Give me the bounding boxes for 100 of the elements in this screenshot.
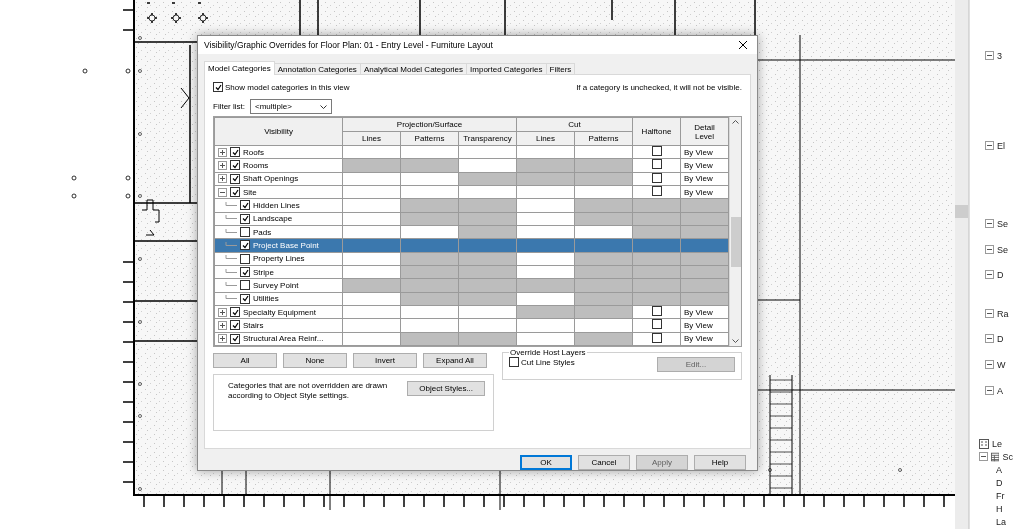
scrollbar[interactable] (955, 0, 969, 529)
category-name[interactable]: Roofs (243, 147, 264, 157)
visibility-checkbox[interactable] (230, 160, 240, 171)
visibility-checkbox[interactable] (240, 200, 250, 211)
visibility-checkbox[interactable] (230, 147, 240, 158)
column-header: Halftone (632, 117, 681, 146)
column-header: Cut (516, 117, 633, 132)
collapse-icon[interactable] (979, 452, 988, 461)
halftone-checkbox[interactable] (651, 332, 662, 343)
dialog-button[interactable]: Cancel (578, 455, 630, 470)
checkbox[interactable] (213, 82, 223, 92)
expand-icon[interactable] (218, 161, 227, 170)
detail-level-value[interactable]: By View (681, 334, 713, 344)
category-name[interactable]: Rooms (243, 161, 269, 170)
collapse-icon[interactable] (985, 360, 994, 369)
visibility-checkbox[interactable] (240, 213, 250, 224)
browser-item[interactable]: 3 (997, 50, 1002, 61)
list-button[interactable]: Invert (353, 353, 417, 368)
category-name[interactable]: Pads (253, 227, 272, 237)
dialog-button[interactable]: OK (520, 455, 572, 470)
halftone-checkbox[interactable] (651, 172, 662, 183)
visibility-checkbox[interactable] (230, 173, 240, 184)
browser-item[interactable]: La (996, 516, 1006, 527)
browser-item[interactable]: A (997, 385, 1003, 396)
collapse-icon[interactable] (985, 309, 994, 318)
browser-item[interactable]: D (997, 269, 1004, 280)
window-title: Visibility/Graphic Overrides for Floor Plan: 01 - Entry Level - Furniture Layout (204, 40, 493, 50)
collapse-icon[interactable] (218, 187, 227, 197)
tab[interactable]: Model Categories (204, 61, 275, 75)
list-button[interactable]: None (283, 353, 347, 368)
visibility-checkbox[interactable] (230, 187, 240, 198)
object-styles-button[interactable]: Object Styles... (407, 381, 485, 396)
collapse-icon[interactable] (985, 141, 994, 150)
tab[interactable]: Analytical Model Categories (359, 63, 468, 75)
scrollbar-thumb[interactable] (955, 205, 968, 218)
detail-level-value[interactable]: By View (681, 320, 713, 330)
collapse-icon[interactable] (985, 51, 994, 60)
browser-item[interactable]: Se (997, 218, 1008, 229)
collapse-icon[interactable] (985, 219, 994, 228)
halftone-checkbox[interactable] (651, 146, 662, 157)
category-name[interactable]: Utilities (253, 294, 279, 304)
collapse-icon[interactable] (985, 245, 994, 254)
visibility-checkbox[interactable] (240, 227, 250, 238)
visibility-checkbox[interactable] (240, 253, 250, 264)
browser-item[interactable]: Se (997, 244, 1008, 255)
collapse-icon[interactable] (985, 334, 994, 343)
halftone-checkbox[interactable] (651, 306, 662, 317)
checkbox-label[interactable]: Show model categories in this view (225, 82, 350, 92)
collapse-icon[interactable] (985, 270, 994, 279)
expand-icon[interactable] (218, 307, 227, 317)
browser-item[interactable]: Ra (997, 308, 1009, 319)
visibility-checkbox[interactable] (240, 293, 250, 304)
tree-connector (225, 228, 237, 236)
detail-level-value[interactable]: By View (681, 147, 713, 157)
halftone-checkbox[interactable] (651, 159, 662, 170)
browser-item[interactable]: El (997, 140, 1005, 151)
detail-level-value[interactable]: By View (681, 161, 713, 170)
tab[interactable]: Imported Categories (466, 63, 547, 75)
collapse-icon[interactable] (985, 386, 994, 395)
browser-item[interactable]: Le (992, 438, 1002, 449)
checkbox[interactable] (509, 357, 519, 367)
browser-item[interactable]: Sc (1002, 451, 1013, 462)
visibility-checkbox[interactable] (230, 333, 240, 344)
category-name[interactable]: Site (243, 187, 257, 197)
browser-item[interactable]: D (996, 477, 1003, 488)
browser-item[interactable]: Fr (996, 490, 1005, 501)
browser-item[interactable]: W (997, 359, 1006, 370)
visibility-checkbox[interactable] (230, 307, 240, 318)
tab[interactable]: Filters (545, 63, 576, 75)
halftone-checkbox[interactable] (651, 319, 662, 330)
category-name[interactable]: Stairs (243, 320, 264, 330)
expand-icon[interactable] (218, 147, 227, 157)
tab[interactable]: Annotation Categories (273, 63, 361, 75)
visibility-checkbox[interactable] (230, 320, 240, 331)
scroll-down-icon[interactable] (732, 339, 739, 343)
column-header: Detail Level (680, 117, 729, 146)
browser-item[interactable]: D (997, 333, 1004, 344)
detail-level-value[interactable]: By View (681, 174, 713, 184)
checkbox-label[interactable]: Cut Line Styles (521, 357, 575, 367)
tree-connector (225, 268, 237, 276)
list-button[interactable]: All (213, 353, 277, 368)
detail-level-value[interactable]: By View (681, 307, 713, 317)
visibility-checkbox[interactable] (240, 240, 250, 251)
expand-icon[interactable] (218, 174, 227, 184)
visibility-checkbox[interactable] (240, 267, 250, 278)
detail-level-value[interactable]: By View (681, 187, 713, 197)
expand-icon[interactable] (218, 320, 227, 330)
list-button[interactable]: Expand All (423, 353, 487, 368)
filter-dropdown[interactable]: <multiple> (250, 99, 332, 114)
browser-item[interactable]: A (996, 464, 1002, 475)
scrollbar[interactable] (729, 117, 741, 346)
dialog-button[interactable]: Help (694, 455, 746, 470)
visibility-checkbox[interactable] (240, 280, 250, 291)
expand-icon[interactable] (218, 334, 227, 344)
scrollbar-thumb[interactable] (730, 217, 741, 267)
scroll-up-icon[interactable] (732, 120, 739, 124)
category-name[interactable]: Stripe (253, 267, 274, 277)
halftone-checkbox[interactable] (651, 186, 662, 197)
close-icon[interactable] (738, 40, 748, 50)
browser-item[interactable]: H (996, 503, 1003, 514)
